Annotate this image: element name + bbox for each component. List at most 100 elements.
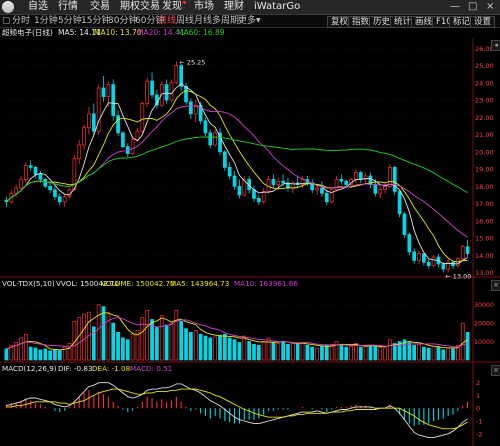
volume-bar [53,348,57,361]
candle-body [189,101,193,115]
candle-body [150,80,154,96]
volume-bar [426,347,431,361]
kline-chart-svg[interactable]: 26.0025.0024.0023.0022.0021.0020.0019.00… [0,0,500,446]
volume-bar [101,306,106,361]
volume-bar [155,326,159,361]
volume-bar [417,343,421,361]
candle-body [184,85,188,103]
volume-bar [290,343,295,361]
candle-body [465,246,470,254]
price-tick-label: 20.00 [475,148,494,156]
volume-bar [198,333,203,361]
volume-bar [242,335,247,361]
volume-panel-close-icon[interactable]: × [491,280,500,291]
volume-bar [203,335,208,361]
candle-body [388,166,392,187]
candle-body [116,115,120,134]
volume-bar [460,322,465,361]
price-tick-label: 14.00 [475,252,494,260]
candle-body [106,84,111,97]
price-tick-label: 17.00 [475,200,494,208]
volume-bar [164,324,169,361]
candle-body [179,65,184,87]
volume-bar [422,346,426,361]
candle-body [208,132,213,146]
candle-body [422,253,426,263]
candle-body [91,113,96,132]
candle-body [402,213,407,235]
volume-bar [378,347,383,361]
volume-bar [339,343,344,361]
candle-body [38,173,43,180]
price-tick-label: 23.00 [475,97,494,105]
macd-tick-label: 1 [476,392,480,400]
candle-body [223,151,227,168]
volume-bar [82,313,86,361]
volume-bar [407,342,412,361]
volume-bar [266,337,271,361]
candle-body [276,180,281,185]
volume-bar [28,346,33,361]
candle-body [237,185,242,196]
price-tick-label: 21.00 [475,131,494,139]
volume-bar [43,348,48,361]
volume-bar [300,342,305,361]
candle-body [101,87,106,97]
candle-body [383,185,387,191]
volume-bar [281,341,285,361]
price-tick-label: 18.00 [475,183,494,191]
candle-body [19,179,23,189]
volume-bar [57,350,62,361]
candle-body [14,187,18,194]
volume-bar [344,346,349,361]
candle-body [232,175,237,187]
volume-bar [368,344,373,361]
candle-body [397,191,402,215]
macd-tick-label: -1 [476,418,482,426]
candle-body [358,172,363,180]
volume-bar [310,346,315,361]
candle-body [339,179,344,182]
candle-body [378,189,383,194]
candle-body [441,263,446,270]
volume-bar [252,343,256,361]
price-tick-label: 22.00 [475,114,494,122]
volume-bar [184,328,188,361]
price-tick-label: 19.00 [475,166,494,174]
candle-body [354,172,358,180]
volume-bar [213,336,218,361]
volume-bar [174,309,179,361]
volume-bar [96,304,101,361]
candle-body [271,179,276,185]
volume-bar [33,347,38,361]
volume-bar [261,341,266,361]
volume-bar [295,343,300,361]
volume-bar [451,348,455,361]
volume-bar [271,342,276,361]
volume-tick-label: 20000 [474,321,494,328]
candle-body [460,246,465,260]
volume-bar [130,333,135,361]
volume-bar [373,345,378,361]
candle-body [77,144,82,160]
candle-body [169,82,174,101]
volume-bar [247,341,251,361]
candle-body [130,139,135,154]
volume-bar [349,345,353,361]
candle-body [431,256,436,267]
volume-bar [159,315,164,361]
price-tick-label: 15.00 [475,235,494,243]
side-collapse-icon[interactable]: ◂ [491,40,500,51]
volume-bar [77,317,82,361]
volume-bar [19,337,23,361]
low-price-annotation: ← 13.00 [445,273,471,281]
volume-bar [436,346,441,361]
volume-bar [276,343,281,361]
macd-tick-label: 0 [476,405,480,413]
volume-bar [305,344,310,361]
candle-body [174,65,179,84]
candle-body [261,191,266,203]
macd-panel-close-icon[interactable]: × [491,365,500,376]
candle-body [145,80,150,104]
volume-bar [256,344,261,361]
